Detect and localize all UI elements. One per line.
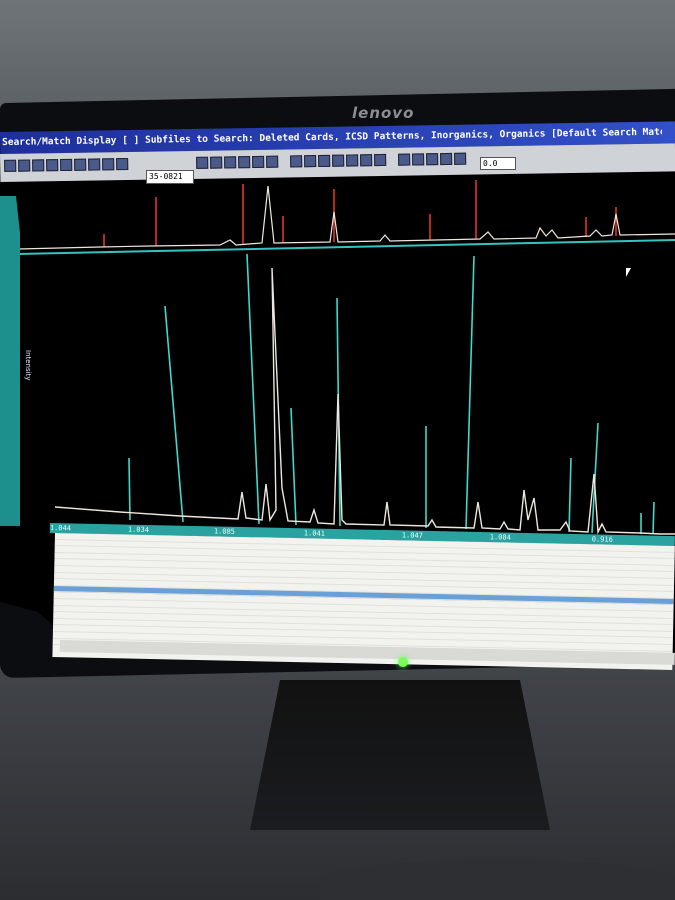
toolbar-button[interactable] — [102, 158, 115, 171]
power-icon[interactable] — [398, 657, 408, 667]
zoom-field[interactable]: 0.0 — [480, 157, 516, 170]
toolbar-button[interactable] — [266, 155, 279, 168]
axis-tick-label: 1.044 — [49, 523, 72, 533]
reference-line — [246, 253, 260, 525]
toolbar-button[interactable] — [332, 154, 345, 167]
reference-line — [290, 407, 297, 526]
axis-tick-label: 1.085 — [213, 527, 236, 536]
toolbar-button[interactable] — [116, 157, 129, 171]
toolbar-button[interactable] — [412, 153, 425, 166]
toolbar-button[interactable] — [18, 159, 31, 172]
left-sidebar — [0, 196, 20, 526]
toolbar-button[interactable] — [454, 152, 467, 165]
reference-line — [652, 501, 655, 535]
monitor-stand — [250, 680, 550, 830]
toolbar-button[interactable] — [398, 153, 411, 166]
toolbar-button[interactable] — [196, 156, 209, 169]
reference-line — [568, 457, 572, 533]
axis-tick-label: 1.034 — [127, 525, 150, 535]
toolbar-button[interactable] — [32, 159, 45, 172]
toolbar-button[interactable] — [88, 158, 101, 171]
toolbar-button[interactable] — [60, 158, 73, 172]
toolbar-button[interactable] — [346, 154, 359, 167]
toolbar-button[interactable] — [290, 155, 303, 168]
pattern-trace-lower — [54, 267, 675, 535]
toolbar-button[interactable] — [210, 156, 223, 169]
toolbar-button[interactable] — [224, 156, 237, 169]
monitor-brand-logo: lenovo — [352, 104, 415, 122]
toolbar-button[interactable] — [440, 152, 453, 166]
toolbar-button[interactable] — [360, 154, 373, 167]
toolbar-button[interactable] — [374, 153, 387, 167]
axis-tick-label: 0.916 — [591, 535, 613, 544]
toolbar-button[interactable] — [238, 156, 251, 169]
axis-tick-label: 1.047 — [401, 531, 423, 540]
toolbar-button[interactable] — [252, 155, 265, 169]
pattern-trace-upper — [17, 185, 675, 250]
toolbar-button[interactable] — [4, 159, 17, 172]
reference-line — [164, 305, 184, 523]
toolbar-button[interactable] — [318, 154, 331, 168]
toolbar-button[interactable] — [304, 155, 317, 168]
axis-tick-label: 1.041 — [303, 529, 325, 538]
reference-line — [465, 255, 475, 530]
toolbar-button[interactable] — [74, 158, 87, 171]
xrd-plot[interactable] — [0, 180, 675, 540]
monitor-stand-base — [320, 860, 675, 900]
axis-tick-label: 1.084 — [489, 533, 511, 542]
sidebar-label: Intensity — [24, 350, 32, 381]
reference-line — [128, 457, 131, 521]
cursor-arrow-icon — [626, 268, 631, 277]
toolbar-button[interactable] — [426, 153, 439, 166]
toolbar-button[interactable] — [46, 159, 59, 172]
